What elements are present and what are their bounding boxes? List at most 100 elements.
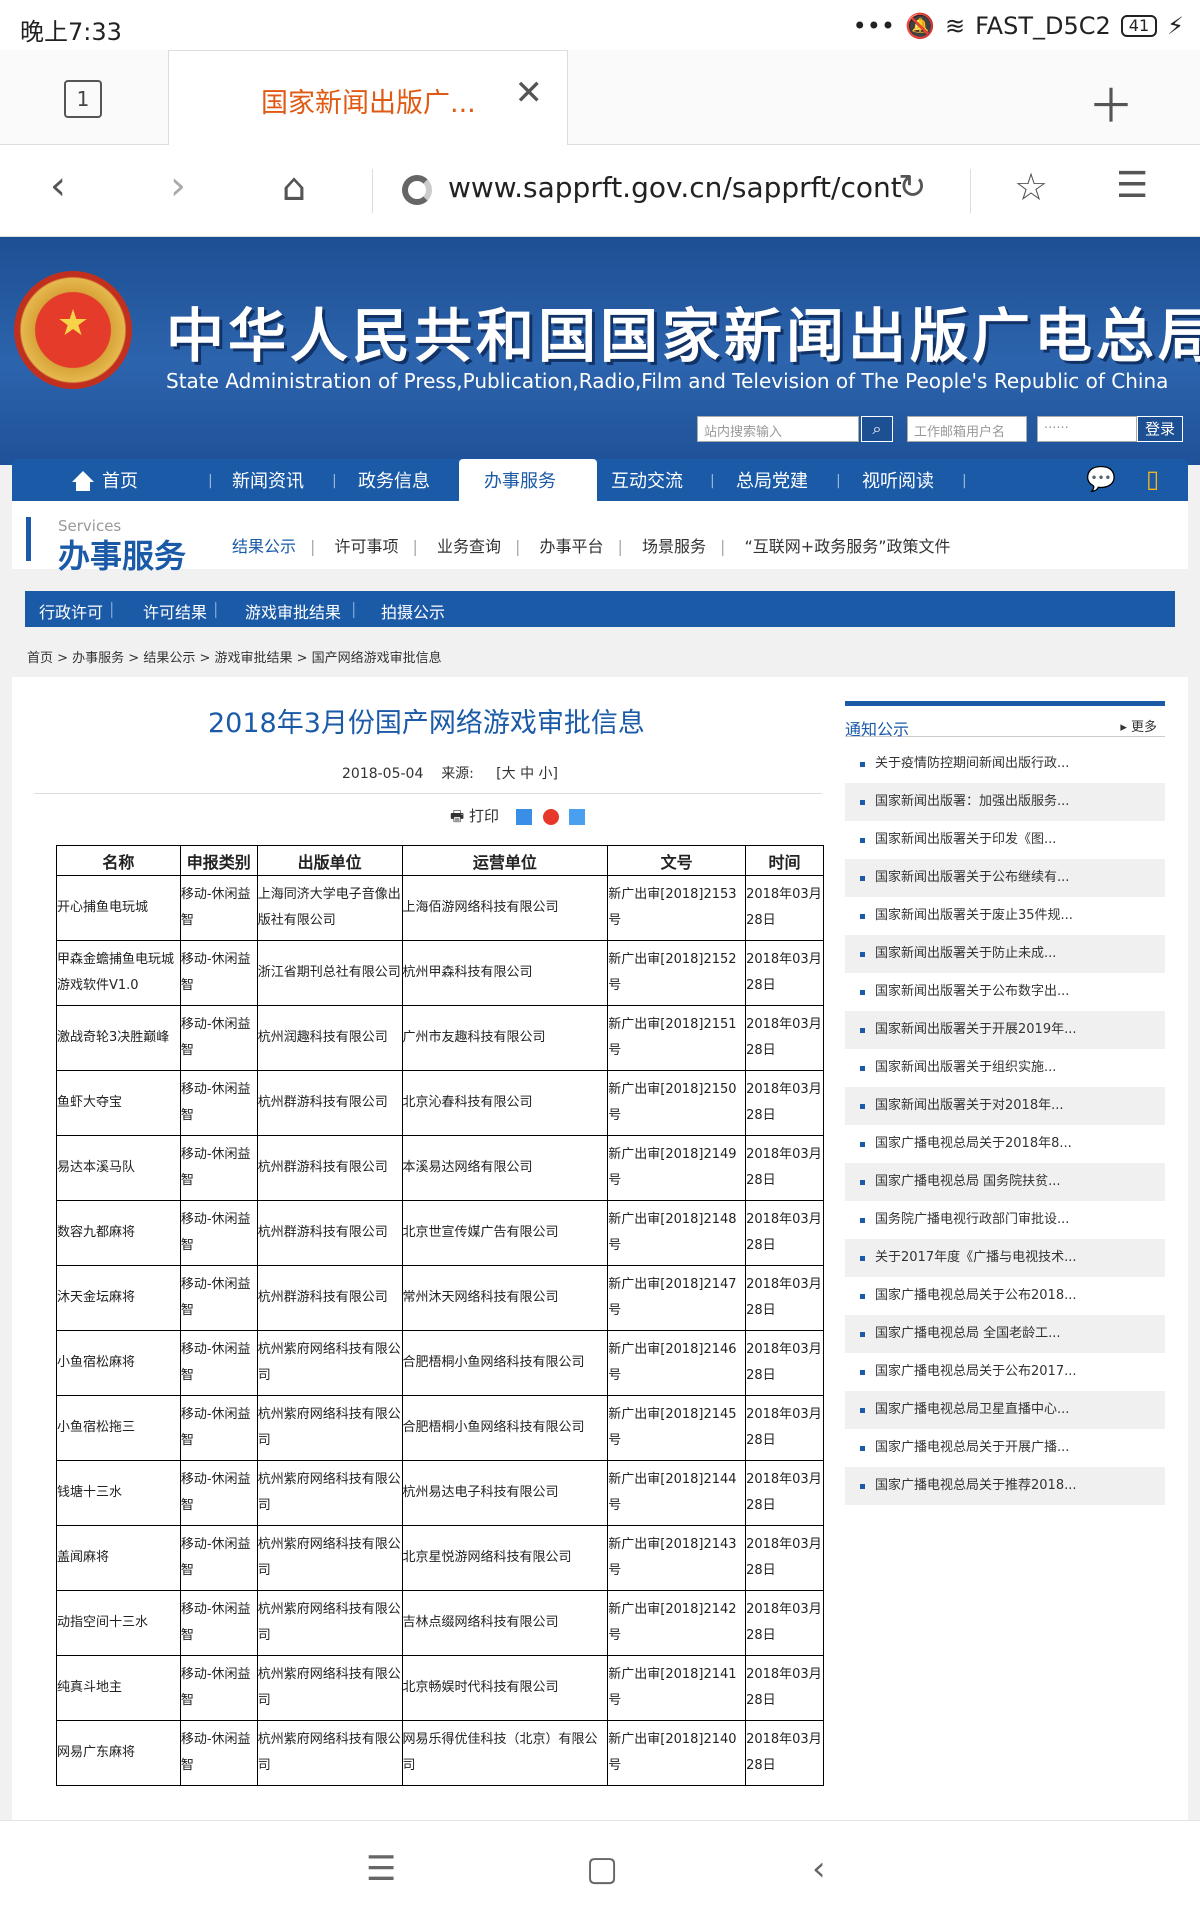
cell-category: 移动-休闲益智 [179, 1200, 258, 1266]
home-icon[interactable]: ⌂ [282, 165, 306, 209]
recent-apps-icon[interactable]: ☰ [366, 1849, 396, 1889]
tab-game-approval[interactable]: 游戏审批结果 [245, 599, 341, 623]
share-more-icon[interactable] [569, 808, 586, 825]
services-link-results[interactable]: 结果公示 [232, 537, 296, 556]
cell-category: 移动-休闲益智 [179, 940, 258, 1006]
share-qzone-icon[interactable] [515, 808, 532, 825]
notice-list-item[interactable]: 国家新闻出版署关于对2018年... [845, 1087, 1165, 1125]
bullet-icon [860, 1408, 865, 1413]
cell-category: 移动-休闲益智 [179, 1135, 258, 1201]
services-link-platform[interactable]: 办事平台 [540, 537, 604, 556]
services-link-query[interactable]: 业务查询 [437, 537, 501, 556]
breadcrumb[interactable]: 首页 > 办事服务 > 结果公示 > 游戏审批结果 > 国产网络游戏审批信息 [27, 647, 442, 666]
share-weibo-icon[interactable] [542, 808, 559, 825]
tab-admin-permit[interactable]: 行政许可 [39, 599, 103, 623]
nav-media[interactable]: 视听阅读 [862, 467, 934, 493]
nav-party[interactable]: 总局党建 [736, 467, 808, 493]
cell-publisher: 杭州群游科技有限公司 [256, 1135, 403, 1201]
notice-list-item[interactable]: 国家新闻出版署关于组织实施... [845, 1049, 1165, 1087]
notice-title: 国家广播电视总局卫星直播中心... [875, 1402, 1070, 1417]
tab-count-button[interactable]: 1 [64, 80, 102, 118]
notice-list-item[interactable]: 国家新闻出版署关于开展2019年... [845, 1011, 1165, 1049]
cell-date: 2018年03月28日 [745, 1135, 824, 1201]
table-row: 网易广东麻将 移动-休闲益智 杭州紫府网络科技有限公司 网易乐得优佳科技（北京）有限公… [56, 1720, 824, 1786]
cell-name: 钱塘十三水 [56, 1460, 181, 1526]
cell-category: 移动-休闲益智 [179, 1655, 258, 1721]
notice-title: 国家新闻出版署关于印发《图... [875, 832, 1057, 847]
sidebar-more-link[interactable]: ▸ 更多 [1120, 716, 1157, 735]
font-size-switch[interactable]: [大 中 小] [496, 766, 558, 782]
services-link-policy[interactable]: “互联网+政务服务”政策文件 [745, 537, 951, 556]
back-icon[interactable]: ‹ [50, 163, 66, 209]
notice-list-item[interactable]: 国家广播电视总局关于2018年8... [845, 1125, 1165, 1163]
close-tab-icon[interactable]: ✕ [515, 73, 544, 113]
notice-list-item[interactable]: 国家广播电视总局关于公布2018... [845, 1277, 1165, 1315]
url-bar[interactable]: www.sapprft.gov.cn/sapprft/cont [448, 171, 908, 204]
wechat-icon[interactable]: 💬 [1086, 465, 1116, 493]
notice-list-item[interactable]: 国家广播电视总局 国务院扶贫... [845, 1163, 1165, 1201]
status-right: ••• 🔕 ≋ FAST_D5C2 41 ⚡ [853, 12, 1184, 40]
refresh-icon[interactable]: ↻ [898, 167, 927, 207]
mail-username-input[interactable]: 工作邮箱用户名 [907, 416, 1027, 442]
cell-publisher: 杭州群游科技有限公司 [256, 1265, 403, 1331]
new-tab-icon[interactable]: ＋ [1088, 70, 1134, 136]
bullet-icon [860, 1218, 865, 1223]
menu-icon[interactable]: ☰ [1116, 165, 1148, 206]
browser-tab-bar: 1 国家新闻出版广... ✕ ＋ [0, 50, 1200, 146]
cell-doc-number: 新广出审[2018]2150号 [607, 1070, 747, 1136]
notice-list-item[interactable]: 国家新闻出版署关于防止未成... [845, 935, 1165, 973]
table-row: 钱塘十三水 移动-休闲益智 杭州紫府网络科技有限公司 杭州易达电子科技有限公司 新广出审… [56, 1460, 824, 1526]
tab-permit-results[interactable]: 许可结果 [143, 599, 207, 623]
cell-doc-number: 新广出审[2018]2144号 [607, 1460, 747, 1526]
nav-services[interactable]: 办事服务 [484, 467, 556, 493]
mail-password-input[interactable]: ······ [1037, 416, 1137, 442]
login-button[interactable]: 登录 [1137, 416, 1183, 442]
site-security-icon[interactable] [402, 175, 432, 205]
services-link-scene[interactable]: 场景服务 [642, 537, 706, 556]
notice-list-item[interactable]: 国家新闻出版署关于公布继续有... [845, 859, 1165, 897]
notice-list-item[interactable]: 国家广播电视总局 全国老龄工... [845, 1315, 1165, 1353]
notice-title: 国家新闻出版署：加强出版服务... [875, 794, 1070, 809]
site-search-input[interactable]: 站内搜索输入 [697, 416, 859, 442]
site-title: 中华人民共和国国家新闻出版广电总局 [166, 302, 1200, 370]
nav-government[interactable]: 政务信息 [358, 467, 430, 493]
home-button-icon[interactable]: ▢ [586, 1849, 618, 1889]
search-icon[interactable]: ⌕ [861, 416, 893, 442]
system-nav-bar: ☰ ▢ ‹ [0, 1820, 1200, 1920]
notice-list-item[interactable]: 国家新闻出版署关于公布数字出... [845, 973, 1165, 1011]
notice-list-item[interactable]: 关于疫情防控期间新闻出版行政... [845, 745, 1165, 783]
notice-list-item[interactable]: 国家广播电视总局关于推荐2018... [845, 1467, 1165, 1505]
notice-title: 国家新闻出版署关于开展2019年... [875, 1022, 1077, 1037]
notice-list-item[interactable]: 国家广播电视总局关于公布2017... [845, 1353, 1165, 1391]
cell-category: 移动-休闲益智 [179, 875, 258, 941]
notice-list-item[interactable]: 国家广播电视总局关于开展广播... [845, 1429, 1165, 1467]
cell-category: 移动-休闲益智 [179, 1265, 258, 1331]
tab-shooting-notice[interactable]: 拍摄公示 [381, 599, 445, 623]
cell-operator: 北京沁春科技有限公司 [401, 1070, 609, 1136]
notice-list-item[interactable]: 国家新闻出版署关于废止35件规... [845, 897, 1165, 935]
print-link[interactable]: 打印 [469, 807, 499, 825]
cell-operator: 杭州甲森科技有限公司 [401, 940, 609, 1006]
bookmark-star-icon[interactable]: ☆ [1014, 165, 1048, 209]
notice-list-item[interactable]: 关于2017年度《广播与电视技术... [845, 1239, 1165, 1277]
forward-icon[interactable]: › [170, 163, 186, 209]
notice-list-item[interactable]: 国家新闻出版署：加强出版服务... [845, 783, 1165, 821]
back-button-icon[interactable]: ‹ [812, 1849, 826, 1889]
notice-list-item[interactable]: 国家新闻出版署关于印发《图... [845, 821, 1165, 859]
notice-list-item[interactable]: 国务院广播电视行政部门审批设... [845, 1201, 1165, 1239]
cell-date: 2018年03月28日 [745, 1395, 824, 1461]
meta-divider [34, 793, 822, 794]
notice-title: 关于疫情防控期间新闻出版行政... [875, 756, 1070, 771]
nav-news[interactable]: 新闻资讯 [232, 467, 304, 493]
nav-home[interactable]: 首页 [102, 467, 138, 493]
mobile-icon[interactable]: ▯ [1146, 465, 1159, 493]
table-row: 盖闻麻将 移动-休闲益智 杭州紫府网络科技有限公司 北京星悦游网络科技有限公司 新广出审… [56, 1525, 824, 1591]
table-row: 易达本溪马队 移动-休闲益智 杭州群游科技有限公司 本溪易达网络有限公司 新广出审[20… [56, 1135, 824, 1201]
cell-date: 2018年03月28日 [745, 1330, 824, 1396]
notice-list-item[interactable]: 国家广播电视总局卫星直播中心... [845, 1391, 1165, 1429]
print-icon[interactable]: 🖶 [450, 807, 464, 825]
nav-interaction[interactable]: 互动交流 [611, 467, 683, 493]
cell-operator: 吉林点缀网络科技有限公司 [401, 1590, 609, 1656]
services-link-permits[interactable]: 许可事项 [335, 537, 399, 556]
browser-tab[interactable]: 国家新闻出版广... ✕ [168, 50, 568, 146]
